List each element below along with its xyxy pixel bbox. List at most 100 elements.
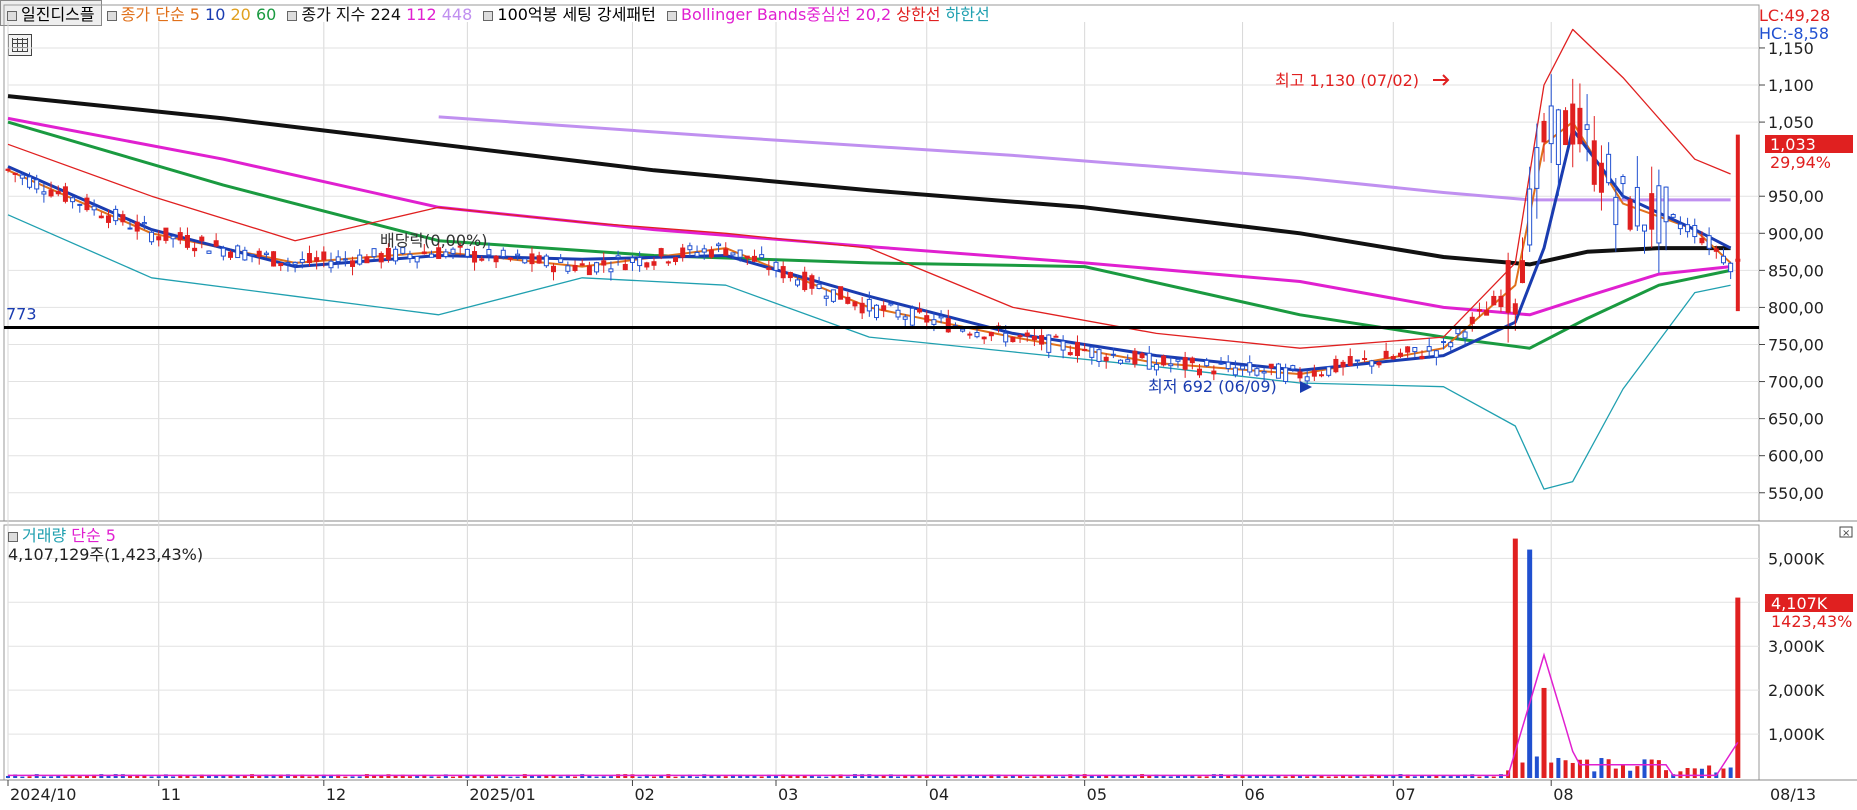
candle [874, 304, 879, 319]
volume-bar [56, 775, 61, 778]
current-price-change: 29,94% [1770, 153, 1831, 172]
candle [1419, 355, 1425, 360]
current-price: 1,033 [1770, 135, 1816, 154]
candle [909, 307, 915, 326]
candle [830, 289, 836, 302]
candle [795, 279, 801, 286]
candle [1692, 224, 1698, 238]
current-volume-change: 1423,43% [1771, 612, 1852, 631]
volume-bar [917, 775, 922, 778]
current-volume: 4,107K [1771, 594, 1828, 613]
volume-bar [537, 776, 542, 778]
candle [586, 265, 592, 276]
candle [601, 260, 607, 266]
candle [84, 197, 90, 211]
volume-bar [946, 776, 951, 778]
volume-bar [149, 776, 154, 778]
y-tick-label: 650,00 [1768, 410, 1824, 429]
y-tick-label: 750,00 [1768, 335, 1824, 354]
volume-bar [1664, 770, 1669, 778]
volume-bar [486, 776, 491, 778]
candle [931, 319, 937, 325]
volume-bar [494, 776, 499, 778]
candle [515, 253, 521, 257]
candle [895, 309, 901, 318]
candle [730, 252, 736, 256]
x-tick-label: 2024/10 [10, 785, 76, 804]
candle [1340, 361, 1346, 368]
volume-bar [1061, 776, 1066, 778]
candle [98, 215, 104, 219]
candle [220, 247, 226, 257]
candle [1225, 361, 1231, 369]
volume-bar [429, 776, 434, 778]
volume-bar [307, 776, 312, 778]
candle [558, 258, 564, 263]
candle [1039, 335, 1045, 345]
candle [357, 254, 363, 265]
volume-bar [6, 775, 10, 778]
candle [1146, 352, 1152, 370]
volume-bar [1556, 757, 1561, 778]
candle [773, 261, 779, 271]
candle [924, 315, 930, 323]
candle [1153, 363, 1159, 371]
volume-spike [1735, 597, 1741, 778]
x-tick-label: 06 [1245, 785, 1265, 804]
candle [299, 259, 305, 263]
y-tick-label: 1,100 [1768, 76, 1814, 95]
volume-bar [558, 776, 563, 778]
volume-bar [1613, 768, 1618, 778]
volume-bar [1197, 776, 1202, 778]
volume-bar [817, 776, 822, 778]
candle [744, 255, 750, 259]
candle [608, 268, 614, 273]
candle [859, 302, 865, 314]
candle [988, 331, 994, 337]
candle [1347, 356, 1353, 366]
y-tick-label: 700,00 [1768, 373, 1824, 392]
volume-bar [544, 775, 549, 778]
volume-bar [1283, 776, 1288, 778]
candle [1584, 124, 1590, 130]
candle [888, 303, 894, 306]
candle [1103, 356, 1109, 362]
candle [673, 257, 679, 262]
candle [701, 248, 707, 253]
candle [1268, 363, 1274, 369]
candle [594, 262, 600, 273]
candle [120, 214, 126, 223]
candle [838, 286, 844, 300]
candle [242, 249, 248, 261]
candle [1534, 147, 1540, 189]
volume-bar [1412, 776, 1417, 778]
candle [1060, 340, 1066, 351]
volume-bar [673, 776, 678, 778]
volume-y-tick-label: 1,000K [1768, 725, 1825, 744]
volume-bar [824, 776, 829, 778]
volume-legend[interactable]: 거래량 단순 5 [8, 527, 116, 545]
candle [335, 256, 341, 263]
candle [1699, 237, 1705, 244]
candle [1168, 363, 1174, 367]
volume-bar [479, 775, 484, 778]
volume-bar [1204, 776, 1209, 778]
candle [629, 257, 635, 263]
candle [1706, 235, 1712, 249]
candle [1290, 365, 1296, 370]
candle [1089, 346, 1095, 358]
volume-bar [1326, 776, 1331, 778]
candle [974, 332, 980, 338]
volume-bar [601, 776, 606, 778]
candle [1261, 371, 1267, 374]
candle [1354, 359, 1360, 362]
volume-summary: 4,107,129주(1,423,43%) [8, 545, 204, 564]
candle [615, 255, 621, 259]
dividend-annotation: 배당락(0,00%) [380, 231, 487, 250]
candle [5, 168, 11, 171]
candle [938, 315, 944, 319]
candle [1649, 193, 1655, 230]
volume-bar [1448, 776, 1453, 778]
candle [687, 245, 693, 251]
candle [637, 257, 643, 267]
